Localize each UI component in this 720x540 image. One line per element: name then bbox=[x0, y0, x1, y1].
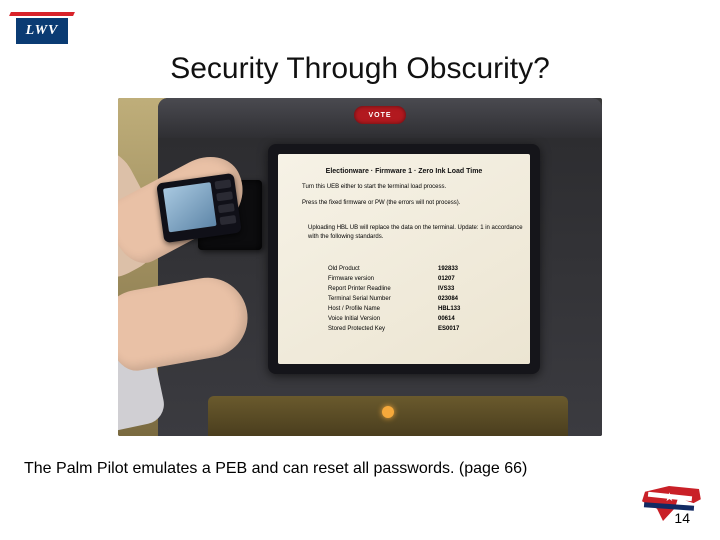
sc-flag-icon: ★ bbox=[636, 484, 706, 528]
palm-pilot-screen bbox=[163, 182, 217, 232]
star-icon: ★ bbox=[664, 490, 675, 504]
logo-accent bbox=[9, 12, 75, 16]
logo-box: LWV bbox=[16, 18, 68, 44]
screen-bezel: Electionware · Firmware 1 · Zero Ink Loa… bbox=[268, 144, 540, 374]
caption: The Palm Pilot emulates a PEB and can re… bbox=[24, 460, 684, 478]
machine-base bbox=[208, 396, 568, 436]
logo-text: LWV bbox=[26, 23, 59, 39]
photo: VOTE Electionware · Firmware 1 · Zero In… bbox=[118, 98, 602, 436]
palm-pilot-buttons bbox=[214, 179, 236, 225]
slide-title: Security Through Obscurity? bbox=[0, 52, 720, 86]
list-item: Report Printer ReadlineIVS33 bbox=[328, 284, 460, 294]
list-item: Firmware version01207 bbox=[328, 274, 460, 284]
list-item: Host / Profile NameHBL133 bbox=[328, 304, 460, 314]
screen-list: Old Product192833 Firmware version01207 … bbox=[328, 264, 460, 334]
list-item: Stored Protected KeyES0017 bbox=[328, 324, 460, 334]
screen-text: Turn this UEB either to start the termin… bbox=[302, 184, 446, 190]
terminal-screen: Electionware · Firmware 1 · Zero Ink Loa… bbox=[278, 154, 530, 364]
vote-button-label: VOTE bbox=[368, 112, 391, 119]
machine-top: VOTE bbox=[158, 98, 602, 138]
screen-text: Uploading HBL UB will replace the data o… bbox=[308, 224, 530, 242]
page-number: 14 bbox=[674, 510, 690, 526]
slide: LWV Security Through Obscurity? VOTE Ele… bbox=[0, 0, 720, 540]
vote-button: VOTE bbox=[354, 106, 406, 124]
list-item: Terminal Serial Number023084 bbox=[328, 294, 460, 304]
palm-pilot bbox=[156, 173, 242, 243]
screen-heading: Electionware · Firmware 1 · Zero Ink Loa… bbox=[278, 168, 530, 175]
list-item: Voice Initial Version00614 bbox=[328, 314, 460, 324]
voting-machine: VOTE Electionware · Firmware 1 · Zero In… bbox=[158, 98, 602, 436]
lwv-logo: LWV bbox=[10, 12, 74, 46]
list-item: Old Product192833 bbox=[328, 264, 460, 274]
screen-text: Press the fixed firmware or PW (the erro… bbox=[302, 200, 460, 206]
